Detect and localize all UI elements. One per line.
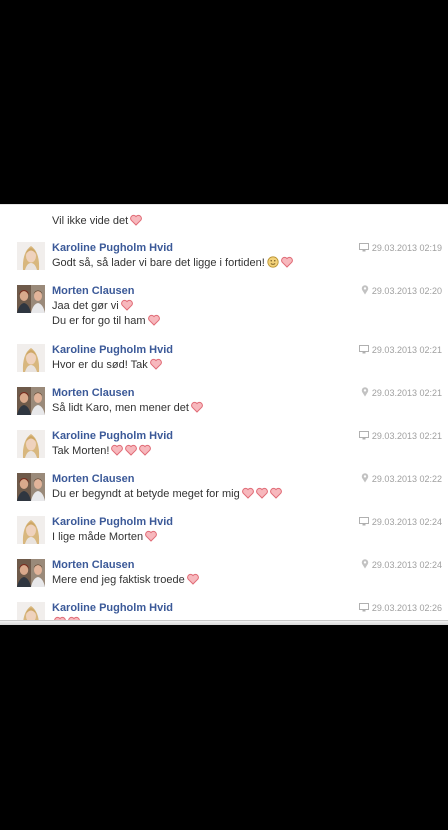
heart-emoticon-icon <box>269 487 282 499</box>
timestamp: 29.03.2013 02:21 <box>358 430 442 443</box>
sender-name-link[interactable]: Morten Clausen <box>52 558 135 572</box>
timestamp: 29.03.2013 02:22 <box>361 473 442 486</box>
timestamp-text: 29.03.2013 02:24 <box>371 517 442 527</box>
avatar[interactable] <box>17 387 45 415</box>
timestamp: 29.03.2013 02:19 <box>358 242 442 255</box>
message-text: Så lidt Karo, men mener det <box>52 402 189 414</box>
desktop-chat-icon <box>358 431 369 443</box>
timestamp: 29.03.2013 02:20 <box>361 285 442 298</box>
message-text: Vil ikke vide det <box>52 215 129 227</box>
timestamp-text: 29.03.2013 02:19 <box>371 243 442 253</box>
timestamp: 29.03.2013 02:26 <box>358 602 442 615</box>
desktop-chat-icon <box>358 345 369 357</box>
message-line: Du er for go til ham <box>52 314 160 328</box>
avatar[interactable] <box>17 285 45 313</box>
location-pin-icon <box>361 387 369 400</box>
timestamp: 29.03.2013 02:21 <box>361 387 442 400</box>
message-line: Så lidt Karo, men mener det <box>52 401 203 415</box>
smiley-emoticon-icon <box>267 256 279 268</box>
message-text: Mere end jeg faktisk troede <box>52 574 185 586</box>
heart-emoticon-icon <box>186 573 199 585</box>
timestamp-text: 29.03.2013 02:21 <box>371 431 442 441</box>
heart-emoticon-icon <box>149 358 162 370</box>
avatar[interactable] <box>17 430 45 458</box>
heart-emoticon-icon <box>125 444 138 456</box>
message-thread: Vil ikke vide det Karoline Pugholm Hvid 2… <box>0 204 448 625</box>
avatar[interactable] <box>17 344 45 372</box>
timestamp-text: 29.03.2013 02:21 <box>371 388 442 398</box>
sender-name-link[interactable]: Karoline Pugholm Hvid <box>52 241 173 255</box>
message-line: Jaa det gør vi <box>52 299 133 313</box>
sender-name-link[interactable]: Morten Clausen <box>52 284 135 298</box>
message-line: Vil ikke vide det <box>52 214 143 228</box>
sender-name-link[interactable]: Karoline Pugholm Hvid <box>52 429 173 443</box>
sender-name-link[interactable]: Morten Clausen <box>52 472 135 486</box>
message-line: Tak Morten! <box>52 444 152 458</box>
timestamp: 29.03.2013 02:24 <box>361 559 442 572</box>
timestamp: 29.03.2013 02:21 <box>358 344 442 357</box>
message-line: I lige måde Morten <box>52 530 157 544</box>
heart-emoticon-icon <box>191 401 203 413</box>
heart-emoticon-icon <box>120 299 133 311</box>
message-line: Godt så, så lader vi bare det ligge i fo… <box>52 256 293 270</box>
timestamp: 29.03.2013 02:24 <box>358 516 442 529</box>
desktop-chat-icon <box>358 603 369 615</box>
sender-name-link[interactable]: Morten Clausen <box>52 386 135 400</box>
timestamp-text: 29.03.2013 02:22 <box>371 474 442 484</box>
message-text: Jaa det gør vi <box>52 300 119 312</box>
heart-emoticon-icon <box>241 487 254 499</box>
panel-top-border <box>0 204 448 205</box>
avatar[interactable] <box>17 559 45 587</box>
heart-emoticon-icon <box>130 214 143 226</box>
avatar[interactable] <box>17 242 45 270</box>
sender-name-link[interactable]: Karoline Pugholm Hvid <box>52 515 173 529</box>
message-line: Mere end jeg faktisk troede <box>52 573 199 587</box>
location-pin-icon <box>361 473 369 486</box>
message-line: Hvor er du sød! Tak <box>52 358 162 372</box>
location-pin-icon <box>361 559 369 572</box>
avatar[interactable] <box>17 516 45 544</box>
desktop-chat-icon <box>358 243 369 255</box>
heart-emoticon-icon <box>255 487 268 499</box>
avatar[interactable] <box>17 473 45 501</box>
message-line: Du er begyndt at betyde meget for mig <box>52 487 282 501</box>
message-text: Du er begyndt at betyde meget for mig <box>52 488 240 500</box>
timestamp-text: 29.03.2013 02:21 <box>371 345 442 355</box>
sender-name-link[interactable]: Karoline Pugholm Hvid <box>52 343 173 357</box>
message-text: Hvor er du sød! Tak <box>52 359 148 371</box>
location-pin-icon <box>361 285 369 298</box>
heart-emoticon-icon <box>145 530 157 542</box>
message-text: Du er for go til ham <box>52 315 146 327</box>
timestamp-text: 29.03.2013 02:26 <box>371 603 442 613</box>
heart-emoticon-icon <box>139 444 152 456</box>
message-text: I lige måde Morten <box>52 531 144 543</box>
sender-name-link[interactable]: Karoline Pugholm Hvid <box>52 601 173 615</box>
message-text: Godt så, så lader vi bare det ligge i fo… <box>52 257 265 269</box>
panel-bottom-scroll-edge[interactable] <box>0 620 448 625</box>
timestamp-text: 29.03.2013 02:20 <box>371 286 442 296</box>
heart-emoticon-icon <box>280 256 293 268</box>
message-text: Tak Morten! <box>52 445 110 457</box>
desktop-chat-icon <box>358 517 369 529</box>
heart-emoticon-icon <box>111 444 124 456</box>
timestamp-text: 29.03.2013 02:24 <box>371 560 442 570</box>
heart-emoticon-icon <box>147 314 160 326</box>
